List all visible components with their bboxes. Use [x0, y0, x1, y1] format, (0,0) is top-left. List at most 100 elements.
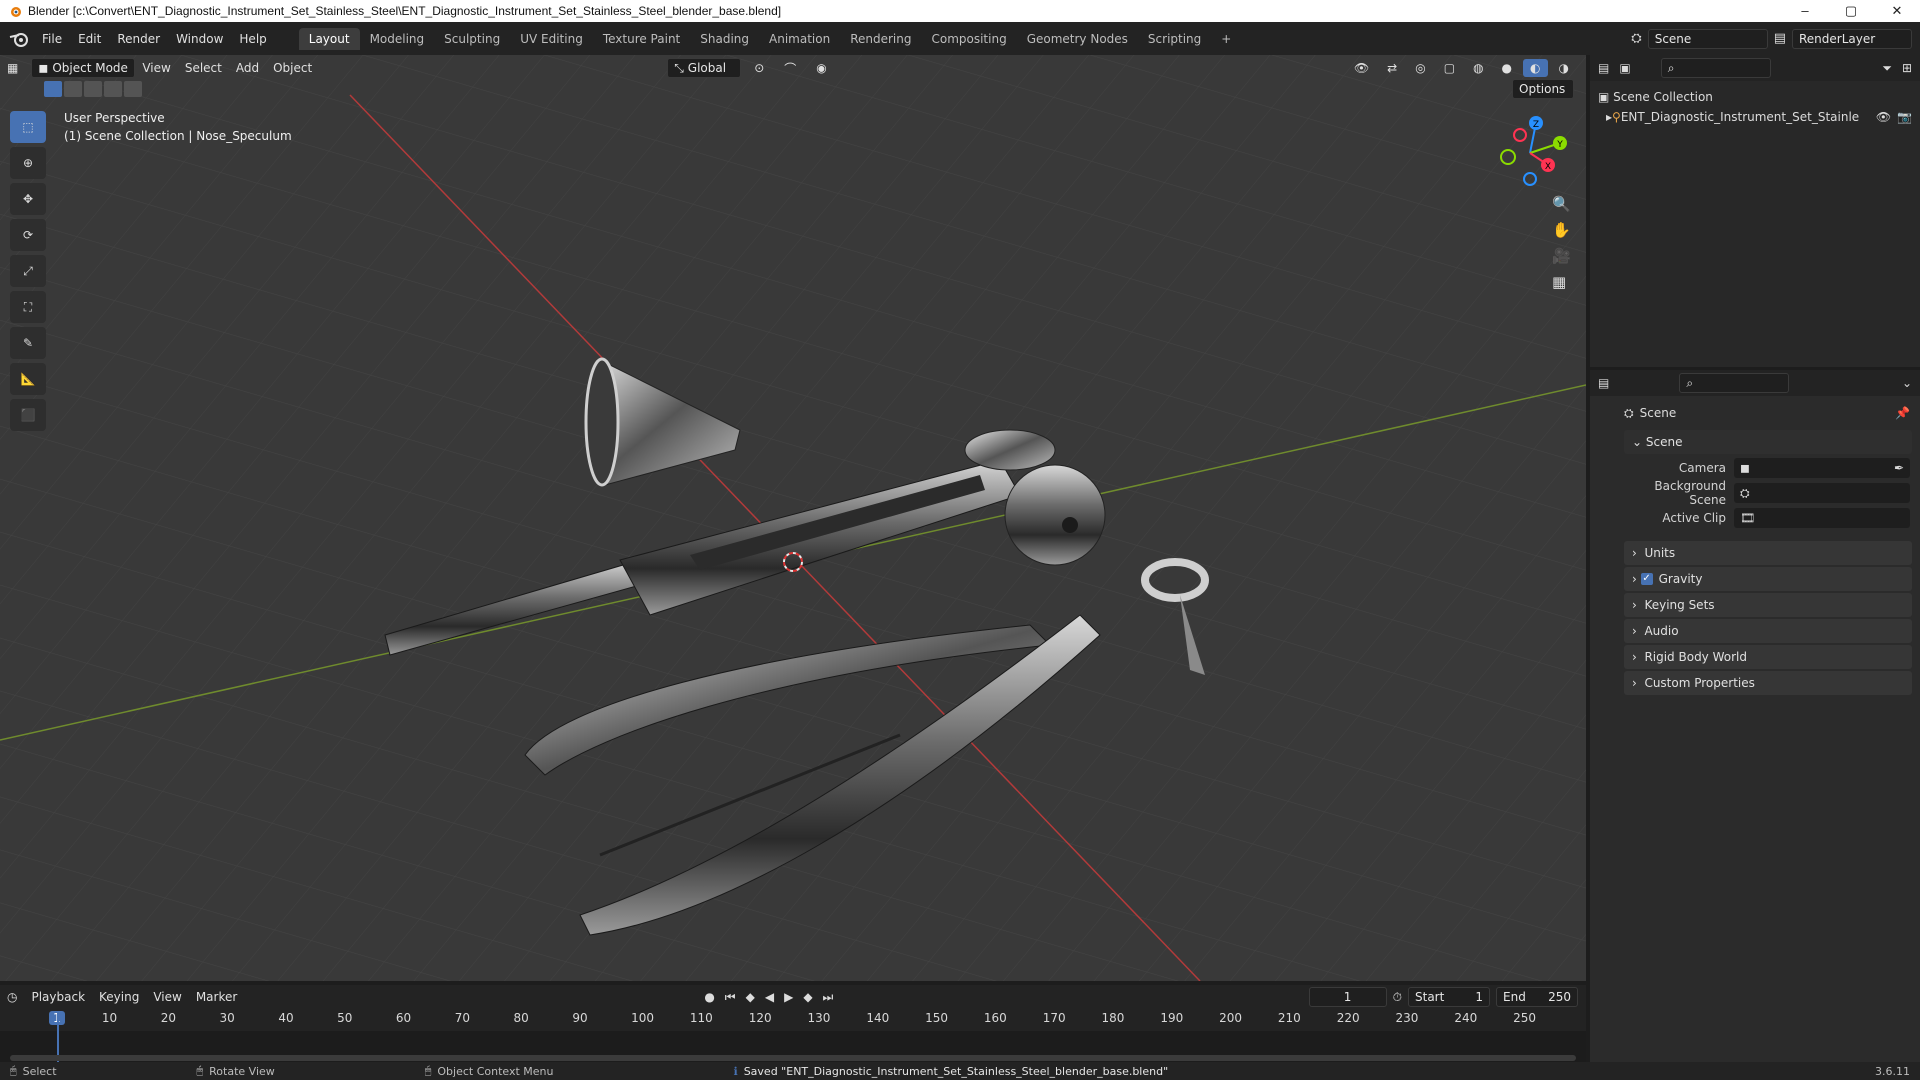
current-frame-field[interactable]: 1	[1308, 987, 1387, 1007]
menu-file[interactable]: File	[34, 32, 70, 46]
tab-uv-editing[interactable]: UV Editing	[510, 28, 593, 50]
tab-scripting[interactable]: Scripting	[1138, 28, 1211, 50]
display-mode-icon[interactable]: ▣	[1619, 61, 1630, 75]
overlay-toggle-icon[interactable]: ◎	[1408, 59, 1432, 77]
properties-search-input[interactable]: ⌕	[1679, 373, 1790, 393]
timeline-ruler[interactable]: 1102030405060708090100110120130140150160…	[0, 1011, 1586, 1031]
options-button[interactable]: Options	[1512, 79, 1574, 99]
measure-tool-icon[interactable]: 📐	[10, 363, 46, 395]
navigation-gizmo[interactable]: Z Y X	[1490, 113, 1570, 193]
visibility-icon[interactable]: 👁	[1347, 59, 1376, 77]
transform-tool-icon[interactable]: ⛶	[10, 291, 46, 323]
add-cube-tool-icon[interactable]: ⬛	[10, 399, 46, 431]
material-shading-icon[interactable]: ◐	[1523, 59, 1548, 77]
tab-rendering[interactable]: Rendering	[840, 28, 921, 50]
tab-texture-paint[interactable]: Texture Paint	[593, 28, 690, 50]
move-tool-icon[interactable]: ✥	[10, 183, 46, 215]
timeline-editor-icon[interactable]: ◷	[0, 988, 24, 1006]
scale-tool-icon[interactable]: ⤢	[10, 255, 46, 287]
menu-edit[interactable]: Edit	[70, 32, 109, 46]
play-reverse-icon[interactable]: ◀	[765, 990, 774, 1004]
ortho-toggle-icon[interactable]: ▦	[1552, 273, 1571, 291]
camera-view-icon[interactable]: 🎥	[1552, 247, 1571, 265]
pan-hand-icon[interactable]: ✋	[1552, 221, 1571, 239]
next-keyframe-icon[interactable]: ◆	[803, 990, 812, 1004]
menu-render[interactable]: Render	[109, 32, 168, 46]
proportional-edit-icon[interactable]: ◉	[809, 59, 833, 77]
options-chevron-icon[interactable]: ⌄	[1902, 376, 1912, 390]
select-subtract-icon[interactable]	[84, 81, 102, 97]
tab-compositing[interactable]: Compositing	[921, 28, 1016, 50]
custom-properties-panel[interactable]: › Custom Properties	[1624, 671, 1912, 695]
wireframe-shading-icon[interactable]: ◍	[1466, 59, 1490, 77]
menu-window[interactable]: Window	[168, 32, 231, 46]
tab-geometry-nodes[interactable]: Geometry Nodes	[1017, 28, 1138, 50]
select-extend-icon[interactable]	[64, 81, 82, 97]
active-clip-field[interactable]: 🎞	[1734, 508, 1910, 528]
select-intersect-icon[interactable]	[124, 81, 142, 97]
rotate-tool-icon[interactable]: ⟳	[10, 219, 46, 251]
visibility-eye-icon[interactable]: 👁	[1876, 107, 1891, 127]
eyedropper-icon[interactable]: ✒	[1894, 461, 1904, 475]
tab-shading[interactable]: Shading	[690, 28, 759, 50]
start-frame-field[interactable]: Start 1	[1408, 987, 1490, 1007]
viewport-menu-view[interactable]: View	[135, 59, 177, 77]
viewport-menu-object[interactable]: Object	[266, 59, 319, 77]
maximize-button[interactable]: ▢	[1828, 3, 1874, 19]
render-camera-icon[interactable]: 📷	[1897, 107, 1912, 127]
end-frame-field[interactable]: End 250	[1496, 987, 1578, 1007]
3d-viewport[interactable]: ▦ ◼ Object Mode View Select Add Object ⤡…	[0, 55, 1586, 981]
mode-selector[interactable]: ◼ Object Mode	[31, 58, 136, 78]
timeline-track-area[interactable]	[0, 1011, 1586, 1065]
outliner-editor-icon[interactable]: ▤	[1598, 61, 1609, 75]
viewport-menu-add[interactable]: Add	[229, 59, 266, 77]
new-collection-icon[interactable]: ⊞	[1902, 61, 1912, 75]
timeline-menu-keying[interactable]: Keying	[92, 988, 146, 1006]
camera-field[interactable]: ◼ ✒	[1734, 458, 1910, 478]
filter-icon[interactable]: ⏷	[1882, 61, 1892, 76]
timeline-menu-marker[interactable]: Marker	[189, 988, 244, 1006]
scene-section-header[interactable]: ⌄ Scene	[1624, 430, 1912, 454]
audio-panel[interactable]: › Audio	[1624, 619, 1912, 643]
zoom-icon[interactable]: 🔍	[1552, 195, 1571, 213]
properties-editor-icon[interactable]: ▤	[1598, 376, 1609, 390]
select-invert-icon[interactable]	[104, 81, 122, 97]
tab-layout[interactable]: Layout	[298, 27, 360, 50]
cursor-tool-icon[interactable]: ⊕	[10, 147, 46, 179]
minimize-button[interactable]: –	[1782, 3, 1828, 19]
rendered-shading-icon[interactable]: ◑	[1552, 59, 1576, 77]
pin-icon[interactable]: 📌	[1895, 406, 1910, 420]
scene-selector[interactable]: Scene	[1647, 28, 1768, 49]
timeline-menu-playback[interactable]: Playback	[24, 988, 92, 1006]
gravity-checkbox[interactable]: ✓	[1640, 573, 1653, 585]
units-panel[interactable]: › Units	[1624, 541, 1912, 565]
preview-range-icon[interactable]: ⏱	[1393, 990, 1402, 1005]
outliner-search-input[interactable]: ⌕	[1660, 58, 1771, 78]
tab-animation[interactable]: Animation	[759, 28, 840, 50]
view-layer-selector[interactable]: RenderLayer	[1792, 28, 1912, 49]
add-workspace-button[interactable]: +	[1211, 28, 1241, 50]
jump-start-icon[interactable]: ⏮	[725, 990, 736, 1005]
jump-end-icon[interactable]: ⏭	[823, 990, 834, 1005]
prev-keyframe-icon[interactable]: ◆	[746, 990, 755, 1004]
editor-type-icon[interactable]: ▦	[0, 59, 25, 77]
outliner-row-object[interactable]: ▸ ⚲ ENT_Diagnostic_Instrument_Set_Stainl…	[1598, 107, 1912, 127]
gizmo-toggle-icon[interactable]: ⇄	[1380, 59, 1404, 77]
snap-icon[interactable]: ⌒	[777, 58, 803, 79]
timeline-scrollbar[interactable]	[10, 1055, 1576, 1061]
outliner-row-scene-collection[interactable]: ▣ Scene Collection	[1598, 87, 1912, 107]
xray-icon[interactable]: ▢	[1437, 59, 1462, 77]
transform-orientation-selector[interactable]: ⤡ Global	[667, 58, 742, 78]
menu-help[interactable]: Help	[231, 32, 274, 46]
play-icon[interactable]: ▶	[784, 990, 793, 1004]
select-box-tool-icon[interactable]: ⬚	[10, 111, 46, 143]
tab-sculpting[interactable]: Sculpting	[434, 28, 510, 50]
annotate-tool-icon[interactable]: ✎	[10, 327, 46, 359]
select-new-icon[interactable]	[44, 81, 62, 97]
auto-keying-icon[interactable]: ●	[704, 990, 714, 1004]
close-button[interactable]: ✕	[1874, 3, 1920, 19]
tab-modeling[interactable]: Modeling	[360, 28, 435, 50]
blender-menu-icon[interactable]	[6, 29, 34, 49]
gravity-panel[interactable]: › ✓ Gravity	[1624, 567, 1912, 591]
background-scene-field[interactable]: ⛭	[1734, 483, 1910, 503]
